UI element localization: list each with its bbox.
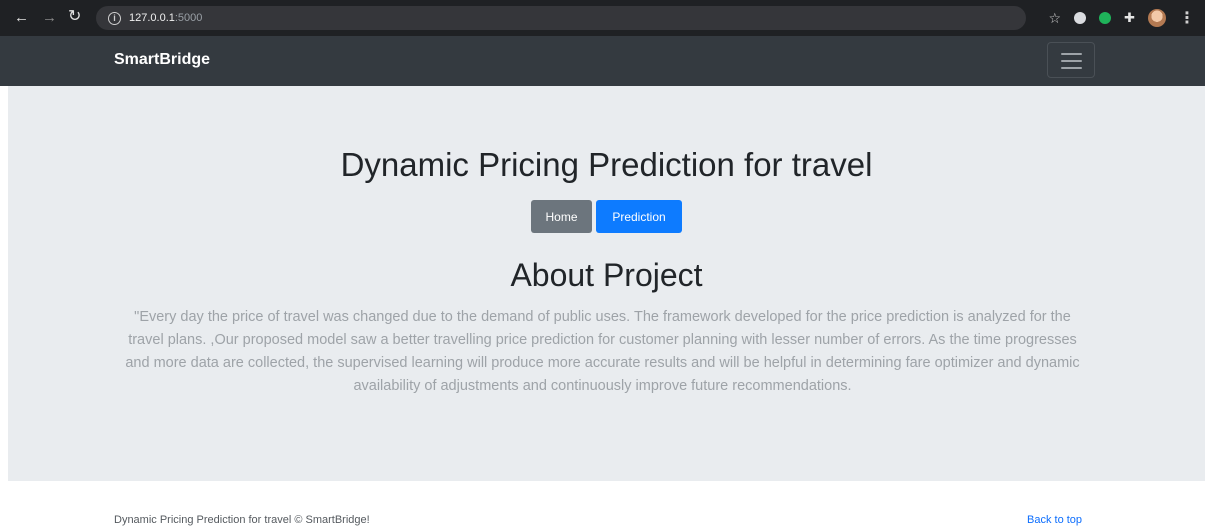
- nav-buttons: Home Prediction: [531, 200, 682, 233]
- about-heading: About Project: [510, 257, 703, 293]
- navbar-toggler-button[interactable]: [1047, 42, 1095, 78]
- project-description: "Every day the price of travel was chang…: [125, 309, 1080, 394]
- navbar-brand[interactable]: SmartBridge: [114, 51, 210, 69]
- extension-green-icon[interactable]: [1099, 12, 1112, 24]
- extension-icon[interactable]: [1074, 12, 1087, 24]
- star-icon[interactable]: ☆: [1049, 10, 1062, 27]
- puzzle-icon[interactable]: ✚: [1124, 10, 1135, 26]
- kebab-menu-icon[interactable]: ⋮: [1179, 8, 1195, 28]
- footer-copyright: Dynamic Pricing Prediction for travel © …: [114, 514, 370, 526]
- hero-section: Dynamic Pricing Prediction for travel Ho…: [8, 86, 1205, 481]
- back-to-top-link[interactable]: Back to top: [1027, 514, 1082, 526]
- browser-toolbar: ← → ↻ i 127.0.0.1:5000 ☆ ✚ ⋮: [0, 0, 1205, 36]
- url-port: :5000: [174, 12, 203, 24]
- back-icon[interactable]: ←: [14, 10, 29, 25]
- hamburger-icon: [1061, 60, 1082, 62]
- profile-avatar[interactable]: [1148, 9, 1166, 27]
- forward-icon[interactable]: →: [42, 10, 57, 25]
- address-bar[interactable]: i 127.0.0.1:5000: [96, 6, 1026, 30]
- info-icon[interactable]: i: [108, 11, 121, 25]
- browser-actions: ☆ ✚ ⋮: [1049, 8, 1195, 28]
- prediction-button[interactable]: Prediction: [596, 200, 682, 233]
- site-navbar: SmartBridge: [0, 36, 1205, 86]
- hamburger-icon: [1061, 67, 1082, 69]
- home-button[interactable]: Home: [531, 200, 592, 233]
- url-host: 127.0.0.1: [129, 12, 175, 24]
- reload-icon[interactable]: ↻: [68, 9, 81, 25]
- page-title: Dynamic Pricing Prediction for travel: [340, 146, 873, 183]
- hamburger-icon: [1061, 53, 1082, 55]
